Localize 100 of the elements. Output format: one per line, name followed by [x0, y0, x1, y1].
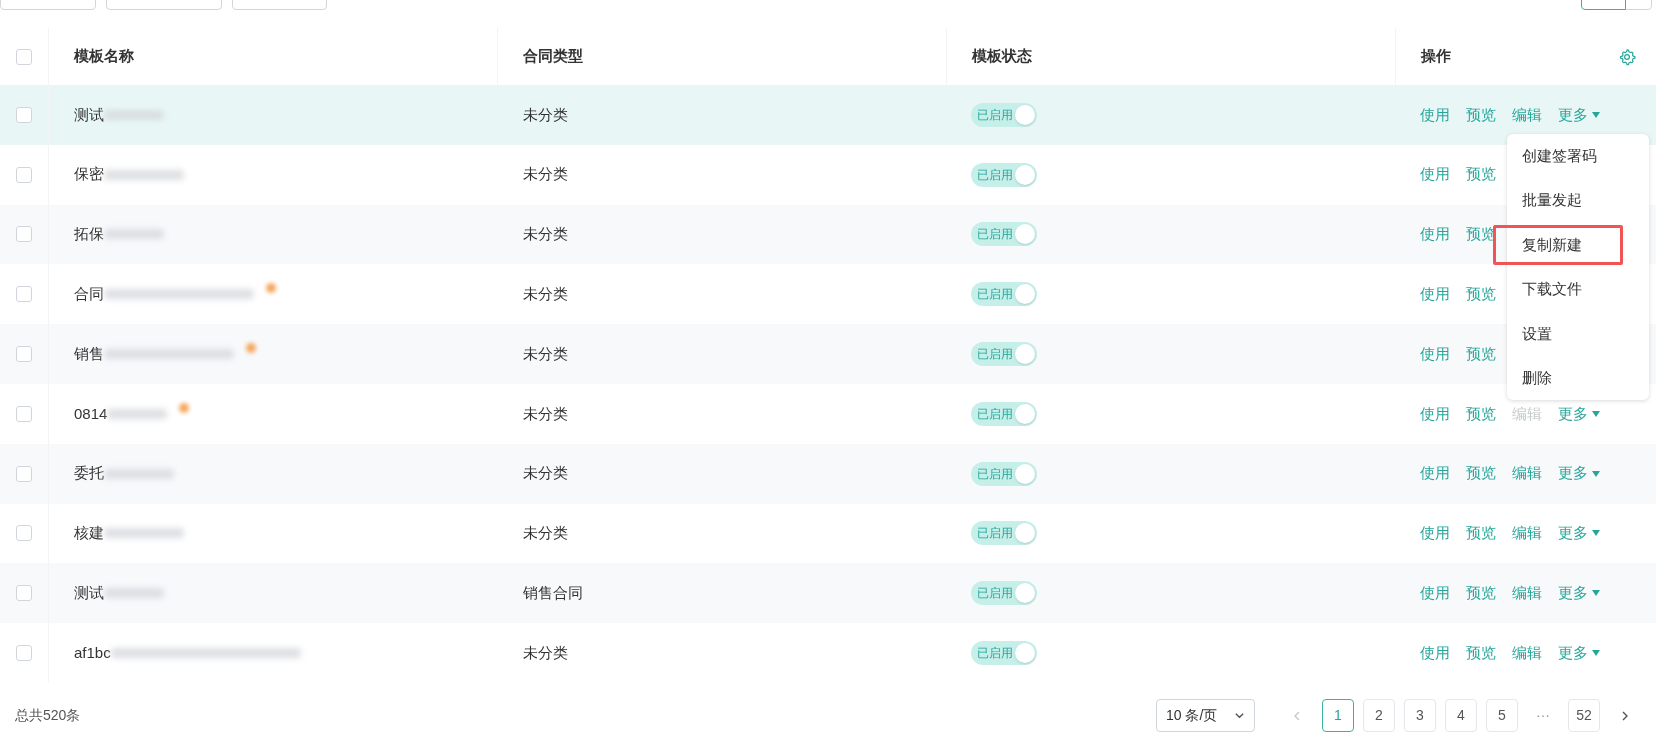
action-link[interactable]: 使用	[1420, 223, 1450, 246]
menu-item[interactable]: 复制新建	[1507, 233, 1649, 257]
menu-item[interactable]: 下载文件	[1507, 278, 1649, 301]
checkbox[interactable]	[16, 525, 32, 542]
page-button[interactable]: 4	[1445, 699, 1477, 733]
action-link[interactable]: 使用	[1420, 283, 1450, 306]
checkbox[interactable]	[16, 585, 32, 602]
action-link[interactable]: 预览	[1466, 641, 1496, 665]
contract-type: 未分类	[523, 224, 568, 245]
action-link[interactable]: 使用	[1420, 342, 1450, 366]
template-name: 测试	[74, 583, 104, 603]
status-switch[interactable]: 已启用	[971, 401, 1037, 426]
redacted-text-mark	[104, 588, 164, 599]
pagination-ellipsis[interactable]: ···	[1527, 699, 1559, 733]
redacted-text-mark	[107, 408, 168, 419]
action-link: 编辑	[1512, 403, 1542, 424]
more-link[interactable]: 更多	[1558, 522, 1600, 545]
status-switch[interactable]: 已启用	[971, 342, 1037, 367]
contract-type: 未分类	[523, 343, 568, 364]
template-name: 委托	[74, 463, 104, 484]
action-link[interactable]: 使用	[1420, 163, 1450, 186]
action-link[interactable]: 预览	[1466, 283, 1496, 306]
contract-type: 未分类	[523, 104, 568, 125]
status-switch[interactable]: 已启用	[971, 521, 1037, 546]
checkbox[interactable]	[16, 226, 32, 243]
more-link[interactable]: 更多	[1558, 462, 1600, 485]
template-name: 合同	[74, 284, 104, 305]
page-size-select[interactable]: 10 条/页	[1156, 699, 1255, 733]
checkbox[interactable]	[16, 286, 32, 303]
checkbox[interactable]	[16, 48, 32, 65]
template-name: 销售	[74, 343, 104, 364]
checkbox[interactable]	[16, 405, 32, 422]
table-row[interactable]: 测试 销售合同 已启用 使用 预览 编辑 更多	[0, 563, 1656, 624]
action-link[interactable]: 编辑	[1512, 522, 1542, 545]
action-link[interactable]: 编辑	[1512, 462, 1542, 485]
template-name: 核建	[74, 523, 104, 544]
template-name: 0814	[74, 403, 108, 424]
action-link[interactable]: 预览	[1466, 462, 1496, 485]
checkbox[interactable]	[16, 346, 32, 363]
template-name: 测试	[74, 104, 104, 125]
action-link[interactable]: 编辑	[1512, 582, 1542, 605]
contract-type: 未分类	[523, 523, 568, 544]
template-name: 保密	[74, 164, 104, 185]
page-button[interactable]: 52	[1568, 699, 1600, 733]
redacted-text-mark	[104, 229, 164, 240]
column-header: 模板状态	[972, 46, 1032, 67]
status-switch[interactable]: 已启用	[971, 222, 1037, 247]
action-link[interactable]: 预览	[1466, 582, 1496, 605]
caret-icon	[1592, 111, 1600, 118]
more-link[interactable]: 更多	[1558, 402, 1600, 426]
action-link[interactable]: 预览	[1466, 163, 1496, 186]
table-row[interactable]: 委托 未分类 已启用 使用 预览 编辑 更多	[0, 443, 1656, 504]
page-button[interactable]: 1	[1322, 699, 1354, 733]
status-switch[interactable]: 已启用	[971, 162, 1037, 187]
more-link[interactable]: 更多	[1558, 582, 1600, 605]
menu-item[interactable]: 创建签署码	[1507, 144, 1649, 168]
contract-type: 未分类	[523, 642, 568, 663]
template-name: 拓保	[74, 224, 104, 245]
menu-item[interactable]: 设置	[1507, 322, 1649, 345]
redacted-text-mark	[104, 468, 174, 479]
total-count: 总共520条	[15, 706, 81, 726]
contract-type: 未分类	[523, 164, 568, 185]
page-button[interactable]: 3	[1404, 699, 1436, 733]
more-link[interactable]: 更多	[1558, 103, 1600, 127]
settings-icon[interactable]	[1618, 47, 1636, 66]
caret-icon	[1592, 410, 1600, 417]
page-button[interactable]: 5	[1486, 699, 1518, 733]
checkbox[interactable]	[16, 465, 32, 482]
page-button[interactable]: 2	[1363, 699, 1395, 733]
more-link[interactable]: 更多	[1558, 641, 1600, 665]
caret-icon	[1592, 530, 1600, 537]
action-link[interactable]: 预览	[1466, 342, 1496, 366]
status-switch[interactable]: 已启用	[971, 641, 1037, 666]
caret-icon	[1592, 590, 1600, 597]
caret-icon	[1592, 470, 1600, 477]
action-link[interactable]: 编辑	[1512, 641, 1542, 665]
checkbox[interactable]	[16, 166, 32, 183]
action-link[interactable]: 使用	[1420, 582, 1450, 605]
action-link[interactable]: 使用	[1420, 462, 1450, 485]
action-link[interactable]: 使用	[1420, 641, 1450, 665]
caret-icon	[1592, 650, 1600, 657]
column-header: 合同类型	[523, 46, 583, 67]
status-switch[interactable]: 已启用	[971, 581, 1037, 606]
checkbox[interactable]	[16, 645, 32, 662]
contract-type: 未分类	[523, 463, 568, 484]
checkbox[interactable]	[16, 106, 32, 123]
status-switch[interactable]: 已启用	[971, 461, 1037, 486]
contract-type: 未分类	[523, 403, 568, 424]
status-switch[interactable]: 已启用	[971, 102, 1037, 127]
column-header: 操作	[1421, 46, 1451, 67]
action-link[interactable]: 预览	[1466, 402, 1496, 426]
status-switch[interactable]: 已启用	[971, 282, 1037, 307]
action-link[interactable]: 使用	[1420, 103, 1450, 127]
action-link[interactable]: 预览	[1466, 522, 1496, 545]
action-link[interactable]: 使用	[1420, 522, 1450, 545]
table-row[interactable]: 测试 未分类 已启用 使用 预览 编辑 更多	[0, 85, 1656, 145]
action-link[interactable]: 编辑	[1512, 103, 1542, 127]
action-link[interactable]: 使用	[1420, 402, 1450, 426]
action-link[interactable]: 预览	[1466, 103, 1496, 127]
contract-type: 销售合同	[523, 583, 583, 603]
